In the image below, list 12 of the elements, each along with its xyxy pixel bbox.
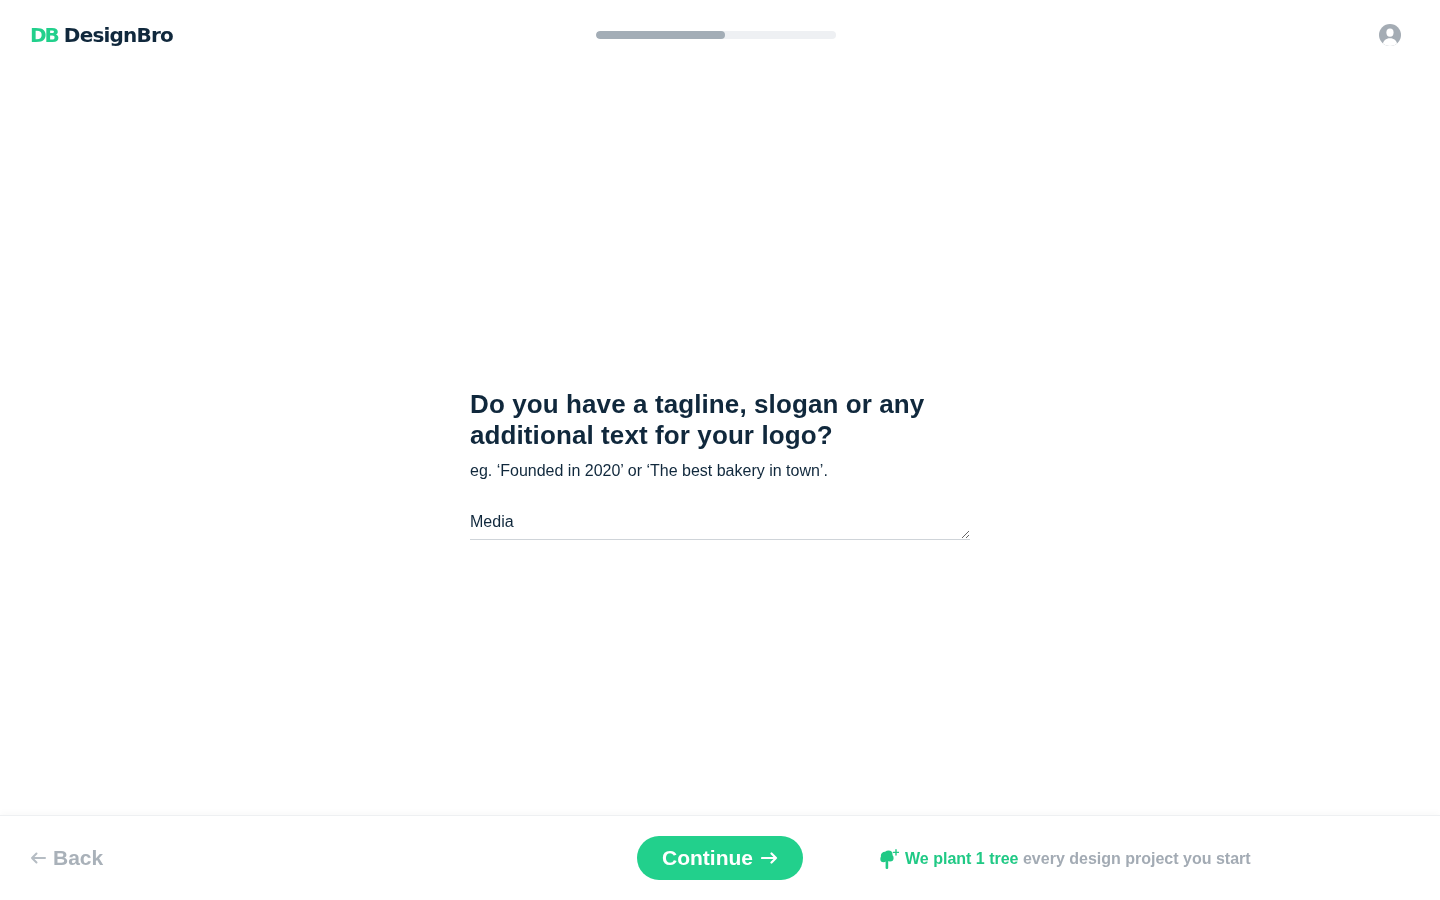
continue-button[interactable]: Continue bbox=[637, 836, 803, 880]
question-hint: eg. ‘Founded in 2020’ or ‘The best bakery in town’. bbox=[470, 461, 829, 481]
back-button[interactable]: Back bbox=[30, 846, 104, 870]
tree-icon bbox=[879, 849, 899, 869]
user-avatar-icon[interactable] bbox=[1379, 24, 1401, 46]
logo-mark: DB bbox=[30, 25, 58, 45]
arrow-left-icon bbox=[30, 852, 46, 864]
arrow-right-icon bbox=[761, 852, 778, 864]
question-title: Do you have a tagline, slogan or any additional text for your logo? bbox=[470, 389, 926, 451]
tree-planting-note: We plant 1 tree every design project you start bbox=[905, 850, 1251, 868]
tagline-field[interactable]: Media bbox=[470, 506, 970, 540]
logo-text: DesignBro bbox=[63, 25, 173, 45]
